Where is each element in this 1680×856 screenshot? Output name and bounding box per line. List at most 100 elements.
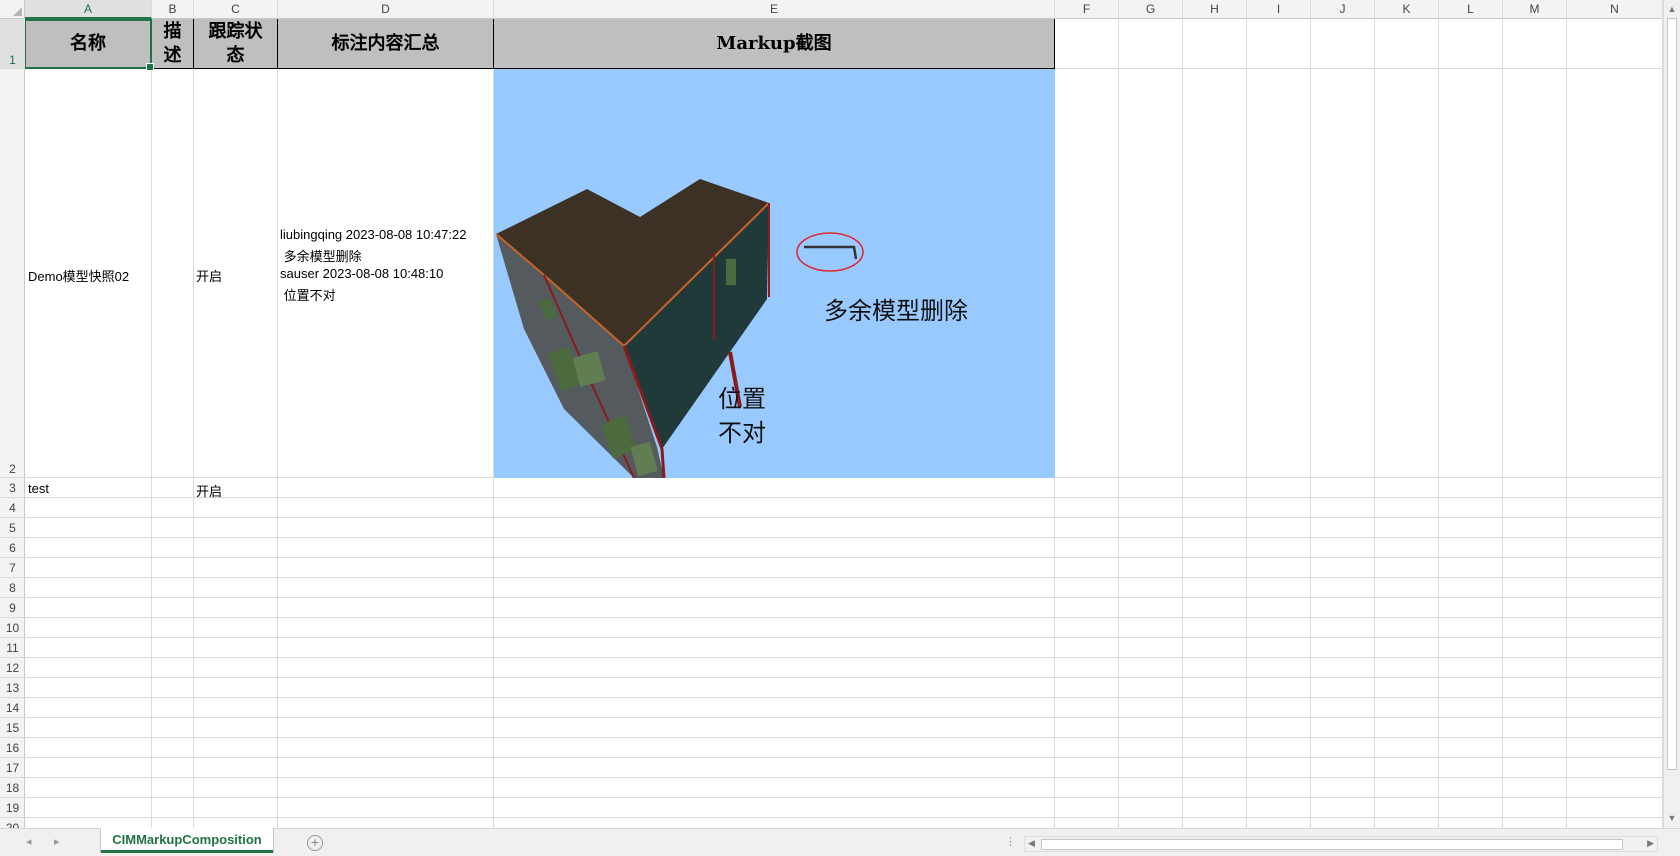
scroll-up-icon[interactable]: ▲	[1664, 1, 1680, 17]
row-gridline	[25, 677, 1663, 678]
row-gridline	[25, 557, 1663, 558]
cell-d2-summary-line4[interactable]: 位置不对	[280, 285, 336, 304]
tab-split-handle-icon[interactable]: ⋮	[1005, 835, 1016, 848]
row-header-8[interactable]: 8	[0, 578, 25, 598]
column-header-i[interactable]: I	[1247, 0, 1311, 19]
row-header-3[interactable]: 3	[0, 478, 25, 498]
cell-d2-summary-line2[interactable]: 多余模型删除	[280, 246, 362, 265]
markup-screenshot-image[interactable]: 多余模型删除 位置 不对	[494, 69, 1055, 478]
row-header-10[interactable]: 10	[0, 618, 25, 638]
header-cell-desc[interactable]: 描述	[152, 19, 194, 69]
row-header-5[interactable]: 5	[0, 518, 25, 538]
row-gridline	[25, 697, 1663, 698]
worksheet-grid[interactable]: 名称 描述 跟踪状态 标注内容汇总 Markup截图 Demo模型快照02 开启…	[0, 0, 1663, 828]
add-sheet-icon[interactable]: +	[307, 835, 323, 851]
model-render-graphic	[495, 179, 864, 478]
column-gridline	[1438, 19, 1439, 828]
row-gridline	[25, 657, 1663, 658]
column-gridline	[277, 19, 278, 828]
cell-c2-status[interactable]: 开启	[196, 266, 222, 285]
row-header-9[interactable]: 9	[0, 598, 25, 618]
column-gridline	[1566, 19, 1567, 828]
row-header-2[interactable]: 2	[0, 69, 25, 478]
column-header-g[interactable]: G	[1119, 0, 1183, 19]
column-gridline	[1182, 19, 1183, 828]
column-header-h[interactable]: H	[1183, 0, 1247, 19]
header-screenshot-text: Markup截图	[716, 32, 832, 54]
row-header-11[interactable]: 11	[0, 638, 25, 658]
row-gridline	[25, 617, 1663, 618]
row-gridline	[25, 797, 1663, 798]
row-gridline	[25, 517, 1663, 518]
cell-d2-summary-line3[interactable]: sauser 2023-08-08 10:48:10	[280, 266, 443, 281]
row-gridline	[25, 537, 1663, 538]
vertical-scroll-thumb[interactable]	[1667, 18, 1677, 770]
annotation-text-delete: 多余模型删除	[824, 297, 968, 325]
column-header-m[interactable]: M	[1503, 0, 1567, 19]
row-gridline	[25, 777, 1663, 778]
column-gridline	[1310, 19, 1311, 828]
row-header-17[interactable]: 17	[0, 758, 25, 778]
scroll-down-icon[interactable]: ▼	[1664, 810, 1680, 826]
cell-d2-summary-line1[interactable]: liubingqing 2023-08-08 10:47:22	[280, 227, 467, 242]
row-gridline	[25, 497, 1663, 498]
annotation-text-position-line2: 不对	[718, 419, 766, 447]
header-summary-text: 标注内容汇总	[331, 32, 440, 54]
header-cell-screenshot[interactable]: Markup截图	[494, 19, 1055, 69]
row-header-7[interactable]: 7	[0, 558, 25, 578]
sheet-tab-cimmarkupcomposition[interactable]: CIMMarkupComposition	[101, 828, 273, 853]
row-gridline	[25, 637, 1663, 638]
cell-c3-status[interactable]: 开启	[196, 481, 222, 500]
column-header-n[interactable]: N	[1567, 0, 1663, 19]
row-header-20[interactable]: 20	[0, 818, 25, 828]
scroll-right-icon[interactable]: ▶	[1647, 838, 1654, 849]
row-header-4[interactable]: 4	[0, 498, 25, 518]
sheet-nav-prev-icon[interactable]: ◂	[26, 835, 32, 848]
row-header-19[interactable]: 19	[0, 798, 25, 818]
column-header-l[interactable]: L	[1439, 0, 1503, 19]
row-header-18[interactable]: 18	[0, 778, 25, 798]
column-gridline	[1246, 19, 1247, 828]
column-header-b[interactable]: B	[152, 0, 194, 19]
row-header-bar: 1 2 3 4 5 6 7 8 9 10 11 12 13 14 15 16 17 18 19 20	[0, 19, 25, 828]
column-gridline	[1502, 19, 1503, 828]
row-header-14[interactable]: 14	[0, 698, 25, 718]
column-gridline	[151, 19, 152, 828]
row-header-16[interactable]: 16	[0, 738, 25, 758]
vertical-scrollbar[interactable]: ▲ ▼	[1663, 0, 1680, 828]
header-cell-summary[interactable]: 标注内容汇总	[278, 19, 494, 69]
header-name-text: 名称	[70, 32, 106, 54]
column-header-e[interactable]: E	[494, 0, 1055, 19]
column-gridline	[193, 19, 194, 828]
row-header-13[interactable]: 13	[0, 678, 25, 698]
column-header-k[interactable]: K	[1375, 0, 1439, 19]
row-header-6[interactable]: 6	[0, 538, 25, 558]
row-gridline	[25, 597, 1663, 598]
row-header-12[interactable]: 12	[0, 658, 25, 678]
row-gridline	[25, 717, 1663, 718]
cell-a3-name[interactable]: test	[28, 481, 49, 496]
sheet-tab-bar: ◂ ▸ CIMMarkupComposition + ⋮ ◀ ▶	[0, 828, 1680, 856]
column-header-a[interactable]: A	[25, 0, 152, 19]
column-header-c[interactable]: C	[194, 0, 278, 19]
row-header-15[interactable]: 15	[0, 718, 25, 738]
column-header-j[interactable]: J	[1311, 0, 1375, 19]
header-cell-status[interactable]: 跟踪状态	[194, 19, 278, 69]
row-header-1[interactable]: 1	[0, 19, 25, 69]
row-gridline	[25, 577, 1663, 578]
column-header-bar: ABCDEFGHIJKLMN	[0, 0, 1663, 19]
select-all-button[interactable]	[0, 0, 25, 19]
horizontal-scrollbar[interactable]: ◀ ▶	[1024, 836, 1658, 852]
cell-a2-name[interactable]: Demo模型快照02	[28, 266, 129, 285]
header-desc-text: 描述	[163, 20, 182, 66]
column-header-f[interactable]: F	[1055, 0, 1119, 19]
row-gridline	[25, 757, 1663, 758]
column-gridline	[1118, 19, 1119, 828]
row-gridline	[25, 737, 1663, 738]
header-cell-name[interactable]: 名称	[25, 19, 152, 69]
sheet-nav-next-icon[interactable]: ▸	[54, 835, 60, 848]
horizontal-scroll-thumb[interactable]	[1041, 839, 1623, 850]
scroll-left-icon[interactable]: ◀	[1028, 838, 1035, 849]
row-gridline	[25, 817, 1663, 818]
column-header-d[interactable]: D	[278, 0, 494, 19]
